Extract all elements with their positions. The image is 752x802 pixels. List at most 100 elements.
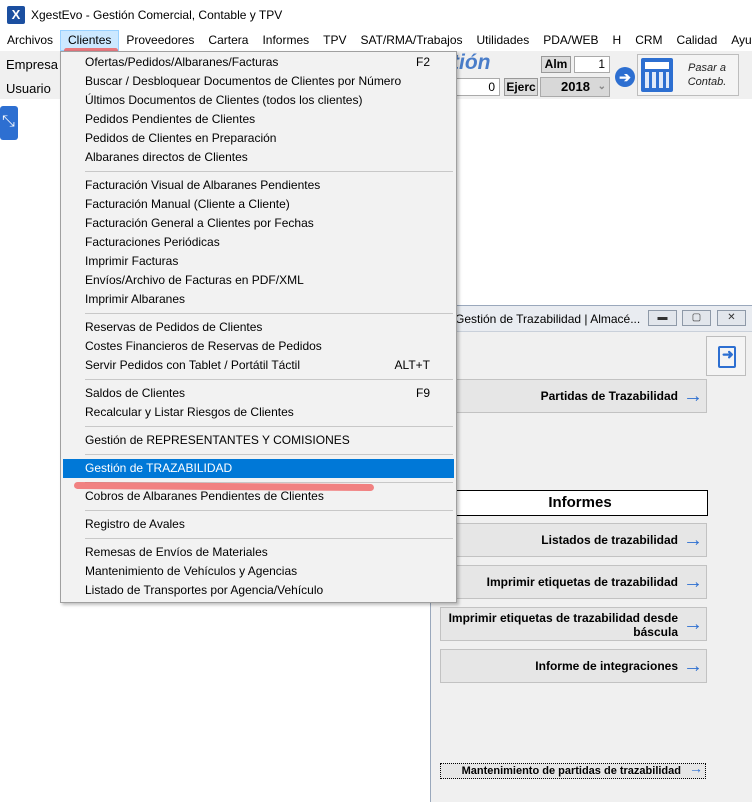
arrow-right-icon: → [689,760,703,776]
arrow-right-icon: → [683,655,703,677]
arrow-right-icon: → [683,571,703,593]
mantenimiento-partidas-button[interactable]: Mantenimiento de partidas de trazabilida… [440,760,706,779]
imprimir-etiquetas-bascula-button[interactable]: Imprimir etiquetas de trazabilidad desde… [440,607,707,641]
menu-item-label: Mantenimiento de Vehículos y Agencias [85,564,298,578]
menu-item-label: Servir Pedidos con Tablet / Portátil Tác… [85,358,300,372]
menu-item-representantes[interactable]: Gestión de REPRESENTANTES Y COMISIONES [63,431,454,450]
menu-item-pedidos-preparacion[interactable]: Pedidos de Clientes en Preparación [63,129,454,148]
shortcut-label: F9 [415,386,430,400]
menu-item-servir-pedidos-tablet[interactable]: Servir Pedidos con Tablet / Portátil Tác… [63,356,454,375]
menu-item-label: Gestión de TRAZABILIDAD [85,461,233,475]
menu-item-imprimir-facturas[interactable]: Imprimir Facturas [63,252,454,271]
close-button[interactable]: ✕ [717,310,746,326]
menu-sat-rma[interactable]: SAT/RMA/Trabajos [353,30,469,51]
mantenimiento-label: Mantenimiento de partidas de trazabilida… [461,765,681,777]
menu-separator [85,171,453,172]
menu-item-listado-transportes[interactable]: Listado de Transportes por Agencia/Vehíc… [63,581,454,600]
menu-item-label: Facturación Visual de Albaranes Pendient… [85,178,321,192]
menu-archivos[interactable]: Archivos [0,30,60,51]
shortcut-label: ALT+T [394,358,430,372]
menu-item-label: Facturación Manual (Cliente a Cliente) [85,197,290,211]
menu-crm[interactable]: CRM [628,30,669,51]
menu-item-facturacion-general[interactable]: Facturación General a Clientes por Fecha… [63,214,454,233]
menu-item-albaranes-directos[interactable]: Albaranes directos de Clientes [63,148,454,167]
menu-item-label: Gestión de REPRESENTANTES Y COMISIONES [85,433,350,447]
imprimir-etiquetas-button[interactable]: Imprimir etiquetas de trazabilidad → [440,565,707,599]
arrow-right-icon: → [683,529,703,551]
year-select[interactable]: 2018 ⌄ [540,77,610,97]
app-logo-icon: X [7,6,25,24]
number-input[interactable]: 0 [456,78,500,96]
menu-item-label: Albaranes directos de Clientes [85,150,248,164]
partidas-label: Partidas de Trazabilidad [540,389,678,403]
menu-item-remesas-envios[interactable]: Remesas de Envíos de Materiales [63,543,454,562]
app-heading: tión [452,51,491,74]
menu-item-label: Imprimir Facturas [85,254,179,268]
exit-button[interactable]: ➜ [706,336,746,376]
alm-input[interactable]: 1 [574,56,610,73]
arrow-right-icon: ➔ [619,69,631,85]
expand-icon[interactable] [0,106,18,140]
menu-cartera[interactable]: Cartera [201,30,255,51]
menu-item-envios-facturas[interactable]: Envíos/Archivo de Facturas en PDF/XML [63,271,454,290]
pasar-contab-label: Pasar a Contab. [687,62,727,88]
ejerc-label: Ejerc [504,78,538,96]
menu-tpv[interactable]: TPV [316,30,353,51]
menu-item-buscar-documentos[interactable]: Buscar / Desbloquear Documentos de Clien… [63,72,454,91]
listados-label: Listados de trazabilidad [541,533,678,547]
menu-item-ultimos-documentos[interactable]: Últimos Documentos de Clientes (todos lo… [63,91,454,110]
listados-trazabilidad-button[interactable]: Listados de trazabilidad → [440,523,707,557]
menu-utilidades[interactable]: Utilidades [470,30,537,51]
informe-integraciones-button[interactable]: Informe de integraciones → [440,649,707,683]
menu-item-registro-avales[interactable]: Registro de Avales [63,515,454,534]
menu-separator [85,538,453,539]
menu-item-facturacion-visual[interactable]: Facturación Visual de Albaranes Pendient… [63,176,454,195]
menu-informes[interactable]: Informes [255,30,316,51]
imprimir-etiquetas-bascula-label: Imprimir etiquetas de trazabilidad desde… [448,611,678,639]
menu-item-ofertas[interactable]: Ofertas/Pedidos/Albaranes/Facturas F2 [63,53,454,72]
maximize-button[interactable]: ▢ [682,310,711,326]
menu-ayuda[interactable]: Ayuda [724,30,752,51]
menu-item-trazabilidad[interactable]: Gestión de TRAZABILIDAD [63,459,454,478]
menu-item-label: Saldos de Clientes [85,386,186,400]
menu-h[interactable]: H [606,30,629,51]
go-arrow-button[interactable]: ➔ [615,67,635,87]
menu-item-label: Buscar / Desbloquear Documentos de Clien… [85,74,402,88]
menu-item-costes-financieros[interactable]: Costes Financieros de Reservas de Pedido… [63,337,454,356]
menu-separator [85,426,453,427]
menu-separator [85,454,453,455]
menu-item-imprimir-albaranes[interactable]: Imprimir Albaranes [63,290,454,309]
year-value: 2018 [561,79,590,94]
alm-label: Alm [541,56,571,73]
usuario-label: Usuario [6,81,51,96]
menu-item-recalcular-riesgos[interactable]: Recalcular y Listar Riesgos de Clientes [63,403,454,422]
menu-item-label: Reservas de Pedidos de Clientes [85,320,263,334]
title-bar: X XgestEvo - Gestión Comercial, Contable… [0,0,752,30]
arrow-right-icon: → [683,613,703,635]
menu-item-label: Cobros de Albaranes Pendientes de Client… [85,489,324,503]
trazabilidad-titlebar: Gestión de Trazabilidad | Almacé... ▬ ▢ … [431,306,752,332]
menu-item-mantenimiento-vehiculos[interactable]: Mantenimiento de Vehículos y Agencias [63,562,454,581]
menu-item-facturaciones-periodicas[interactable]: Facturaciones Periódicas [63,233,454,252]
menu-pda-web[interactable]: PDA/WEB [536,30,605,51]
partidas-trazabilidad-button[interactable]: Partidas de Trazabilidad → [440,379,707,413]
menu-proveedores[interactable]: Proveedores [119,30,201,51]
arrow-right-icon: → [683,385,703,407]
informe-integraciones-label: Informe de integraciones [535,659,678,673]
exit-arrow-icon: ➜ [722,346,734,362]
menu-item-reservas-pedidos[interactable]: Reservas de Pedidos de Clientes [63,318,454,337]
imprimir-etiquetas-label: Imprimir etiquetas de trazabilidad [486,575,678,589]
menu-item-label: Recalcular y Listar Riesgos de Clientes [85,405,294,419]
minimize-button[interactable]: ▬ [648,310,677,326]
menu-calidad[interactable]: Calidad [670,30,725,51]
menu-item-label: Facturaciones Periódicas [85,235,220,249]
menu-item-label: Facturación General a Clientes por Fecha… [85,216,314,230]
menu-item-saldos-clientes[interactable]: Saldos de Clientes F9 [63,384,454,403]
menu-item-label: Registro de Avales [85,517,185,531]
pasar-contab-button[interactable]: Pasar a Contab. [637,54,739,96]
trazabilidad-title: Gestión de Trazabilidad | Almacé... [455,312,641,326]
menu-item-label: Últimos Documentos de Clientes (todos lo… [85,93,363,107]
menu-item-label: Pedidos Pendientes de Clientes [85,112,256,126]
menu-item-pedidos-pendientes[interactable]: Pedidos Pendientes de Clientes [63,110,454,129]
menu-item-facturacion-manual[interactable]: Facturación Manual (Cliente a Cliente) [63,195,454,214]
